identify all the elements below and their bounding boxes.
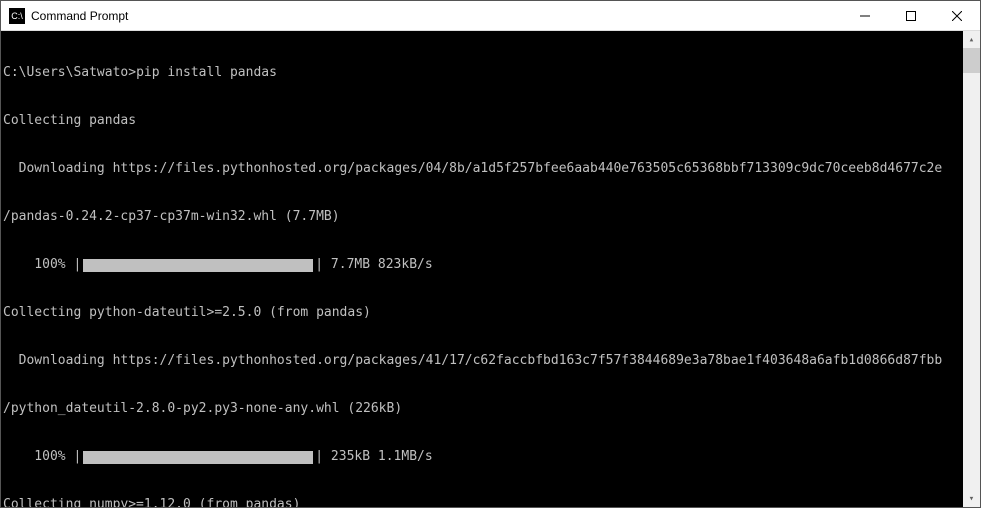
vertical-scrollbar[interactable]: ▴ ▾ — [963, 31, 980, 507]
output-line: Collecting pandas — [3, 113, 961, 129]
window-controls — [842, 1, 980, 30]
prompt-line: C:\Users\Satwato>pip install pandas — [3, 65, 961, 81]
terminal-output[interactable]: C:\Users\Satwato>pip install pandas Coll… — [1, 31, 963, 507]
scroll-up-button[interactable]: ▴ — [963, 31, 980, 48]
scroll-thumb[interactable] — [963, 48, 980, 73]
window-title: Command Prompt — [31, 9, 842, 23]
progress-bar — [83, 259, 313, 272]
output-line: Downloading https://files.pythonhosted.o… — [3, 161, 961, 177]
output-line: /python_dateutil-2.8.0-py2.py3-none-any.… — [3, 401, 961, 417]
command-text: pip install pandas — [136, 65, 277, 80]
app-icon-label: C:\ — [11, 11, 23, 21]
output-line: Collecting python-dateutil>=2.5.0 (from … — [3, 305, 961, 321]
close-button[interactable] — [934, 1, 980, 30]
scroll-down-button[interactable]: ▾ — [963, 490, 980, 507]
command-prompt-window: C:\ Command Prompt C:\Users\Satwato>pip … — [0, 0, 981, 508]
prompt-text: C:\Users\Satwato> — [3, 65, 136, 80]
minimize-button[interactable] — [842, 1, 888, 30]
terminal-wrapper: C:\Users\Satwato>pip install pandas Coll… — [1, 31, 980, 507]
progress-percent: 100% | — [3, 257, 81, 273]
progress-percent: 100% | — [3, 449, 81, 465]
titlebar[interactable]: C:\ Command Prompt — [1, 1, 980, 31]
output-line: Downloading https://files.pythonhosted.o… — [3, 353, 961, 369]
progress-line: 100% | | 7.7MB 823kB/s — [3, 257, 961, 273]
progress-stats: | 235kB 1.1MB/s — [315, 449, 432, 465]
app-icon: C:\ — [9, 8, 25, 24]
output-line: Collecting numpy>=1.12.0 (from pandas) — [3, 497, 961, 507]
output-line: /pandas-0.24.2-cp37-cp37m-win32.whl (7.7… — [3, 209, 961, 225]
scroll-track[interactable] — [963, 48, 980, 490]
progress-stats: | 7.7MB 823kB/s — [315, 257, 432, 273]
progress-line: 100% | | 235kB 1.1MB/s — [3, 449, 961, 465]
progress-bar — [83, 451, 313, 464]
maximize-button[interactable] — [888, 1, 934, 30]
